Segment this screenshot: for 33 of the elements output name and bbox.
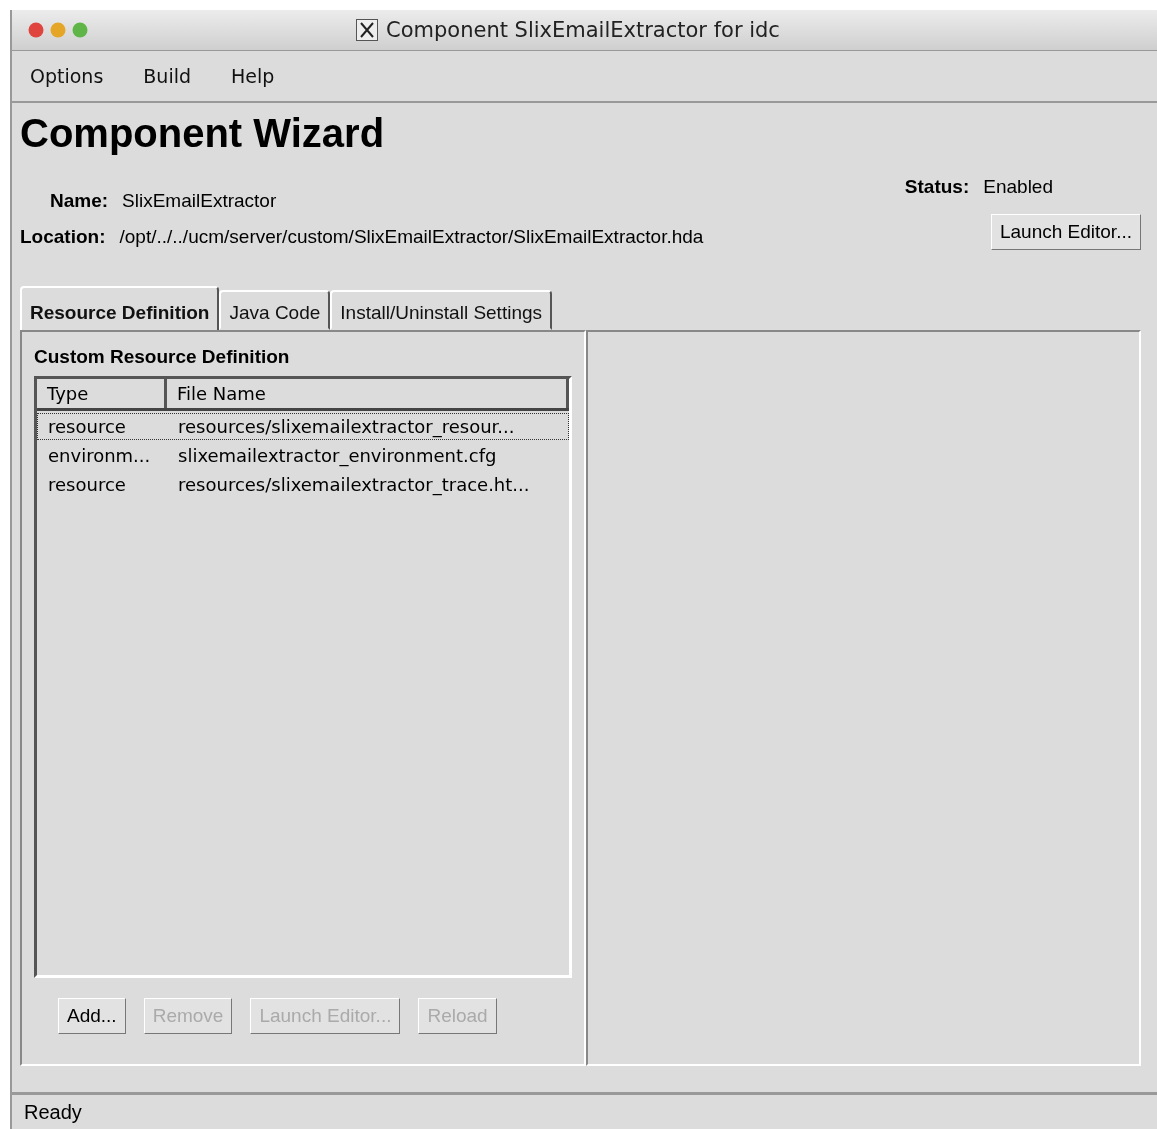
tab[interactable]: Resource Definition [20, 286, 220, 330]
table-cell-text: resources/slixemailextractor_resour... [177, 415, 516, 439]
table-cell-text: resource [47, 473, 127, 497]
table-cell-text: resource [47, 415, 127, 439]
name-value: SlixEmailExtractor [122, 190, 277, 212]
status-value: Enabled [983, 176, 1053, 198]
table-cell-text: slixemailextractor_environment.cfg [177, 444, 498, 468]
status-label: Status: [904, 176, 970, 198]
minimize-icon[interactable] [50, 22, 66, 38]
table-cell-text: environm... [47, 444, 152, 468]
heading: Component Wizard [20, 111, 386, 156]
panel-title: Custom Resource Definition [34, 346, 291, 368]
name-label: Name: [50, 190, 109, 212]
window-title: Component SlixEmailExtractor for idc [386, 18, 780, 42]
tab[interactable]: Install/Uninstall Settings [330, 290, 553, 330]
table-cell-text: resources/slixemailextractor_trace.ht... [177, 473, 531, 497]
table-row[interactable]: resource resources/slixemailextractor_trace.ht... [37, 471, 569, 498]
table-row[interactable]: resource resources/slixemailextractor_resour... [37, 413, 569, 440]
close-icon[interactable] [28, 22, 44, 38]
table-row[interactable]: environm... slixemailextractor_environment.cfg [37, 442, 569, 469]
column-header[interactable]: Type [37, 379, 167, 408]
panel-button[interactable]: Add... [58, 998, 126, 1034]
location-label: Location: [20, 226, 106, 248]
menu-item[interactable]: Build [143, 65, 191, 87]
launch-editor-button[interactable]: Launch Editor... [990, 214, 1141, 250]
status-text: Ready [24, 1100, 82, 1124]
location-value: /opt/../../ucm/server/custom/SlixEmailExtractor/SlixEmailExtractor.hda [119, 226, 704, 248]
menu-item[interactable]: Options [30, 65, 104, 87]
tab[interactable]: Java Code [219, 290, 331, 330]
column-header[interactable]: File Name [167, 379, 569, 408]
menu-item[interactable]: Help [231, 65, 275, 87]
x-window-icon [356, 19, 378, 41]
zoom-icon[interactable] [72, 22, 88, 38]
